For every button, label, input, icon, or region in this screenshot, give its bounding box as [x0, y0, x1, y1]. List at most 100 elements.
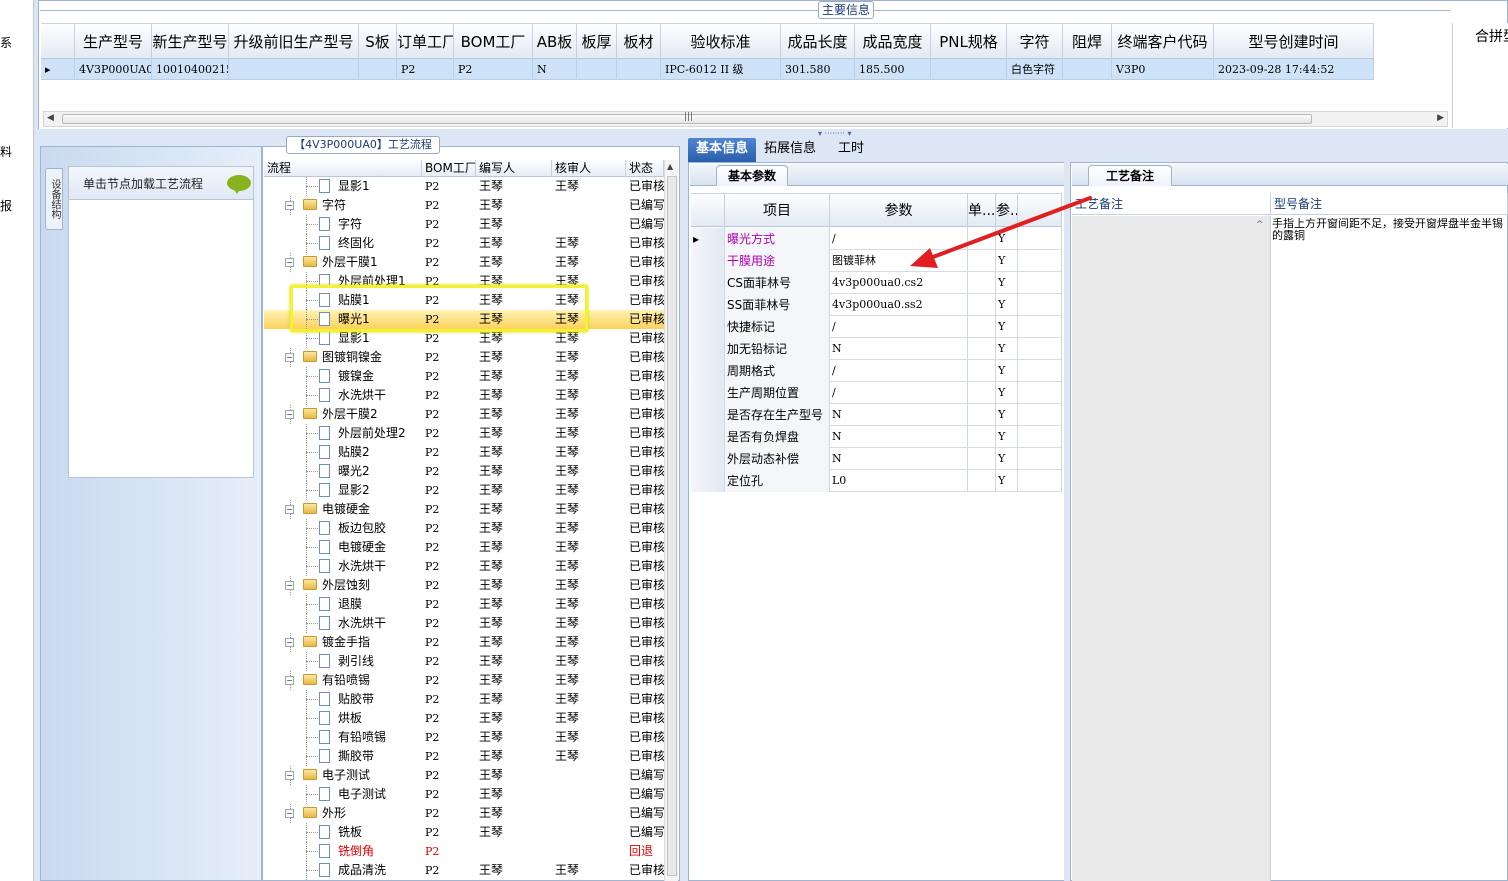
tree-row[interactable]: 铣板 P2 王琴 已编写 — [264, 823, 664, 842]
tree-node[interactable]: 退膜 — [264, 595, 422, 614]
tree-node[interactable]: 水洗烘干 — [264, 386, 422, 405]
cell[interactable]: 4V3P000UA0 — [75, 59, 152, 80]
tree-node[interactable]: 成品清洗 — [264, 861, 422, 880]
param-row[interactable]: 生产周期位置 / Y — [691, 382, 1062, 404]
tree-row[interactable]: 成品清洗 P2 王琴 王琴 已审核 — [264, 861, 664, 880]
tree-row[interactable]: − 镀金手指 P2 王琴 王琴 已审核 — [264, 633, 664, 652]
nav-tab-device-structure[interactable]: 设备结构 — [45, 168, 63, 230]
col-header[interactable]: 成品宽度 — [855, 24, 931, 60]
tab-process-remark[interactable]: 工艺备注 — [1088, 165, 1172, 186]
tree-row[interactable]: 铣倒角 P2 回退 — [264, 842, 664, 861]
tree-node[interactable]: − 电镀硬金 — [264, 500, 422, 519]
tree-row[interactable]: 水洗烘干 P2 王琴 王琴 已审核 — [264, 557, 664, 576]
tree-node[interactable]: 显影2 — [264, 481, 422, 500]
cell[interactable] — [229, 59, 359, 80]
col-header[interactable]: 新生产型号 — [152, 24, 229, 60]
tree-node[interactable]: 铣倒角 — [264, 842, 422, 861]
scroll-right-icon[interactable]: ▶ — [1437, 113, 1444, 123]
col-header[interactable]: 核审人 — [552, 160, 626, 177]
tree-row[interactable]: − 字符 P2 王琴 已编写 — [264, 196, 664, 215]
col-header[interactable]: 验收标准 — [661, 24, 781, 60]
tree-row[interactable]: − 外形 P2 王琴 已编写 — [264, 804, 664, 823]
tab-work-hours[interactable]: 工时 — [824, 138, 872, 162]
tree-node[interactable]: − 字符 — [264, 196, 422, 215]
col-header[interactable]: 编写人 — [476, 160, 552, 177]
tree-node[interactable]: 板边包胶 — [264, 519, 422, 538]
main-info-hscrollbar[interactable]: ◀ ||| ▶ — [43, 111, 1448, 127]
param-value[interactable]: / — [830, 360, 968, 382]
tree-node[interactable]: − 外层蚀刻 — [264, 576, 422, 595]
col-header[interactable]: 成品长度 — [781, 24, 855, 60]
col-header[interactable]: 阻焊 — [1063, 24, 1112, 60]
scroll-left-icon[interactable]: ◀ — [47, 113, 54, 123]
tree-node[interactable]: 水洗烘干 — [264, 557, 422, 576]
param-row[interactable]: SS面菲林号 4v3p000ua0.ss2 Y — [691, 294, 1062, 316]
param-row[interactable]: 快捷标记 / Y — [691, 316, 1062, 338]
tree-node[interactable]: 电镀硬金 — [264, 538, 422, 557]
col-header[interactable]: 升级前旧生产型号 — [229, 24, 359, 60]
tree-row[interactable]: − 电镀硬金 P2 王琴 王琴 已审核 — [264, 500, 664, 519]
tree-node[interactable]: 贴膜2 — [264, 443, 422, 462]
scroll-up-icon[interactable]: ^ — [1256, 220, 1264, 230]
tab-basic-info[interactable]: 基本信息 — [688, 138, 757, 162]
tree-row[interactable]: 水洗烘干 P2 王琴 王琴 已审核 — [264, 614, 664, 633]
process-remark-field[interactable] — [1072, 216, 1271, 881]
cell[interactable]: 185.500 — [855, 59, 931, 80]
tree-row[interactable]: 水洗烘干 P2 王琴 王琴 已审核 — [264, 386, 664, 405]
tree-row[interactable]: 撕胶带 P2 王琴 王琴 已审核 — [264, 747, 664, 766]
col-header[interactable]: BOM工厂 — [454, 24, 533, 60]
tree-row[interactable]: 显影2 P2 王琴 王琴 已审核 — [264, 481, 664, 500]
main-info-row[interactable]: ▸4V3P000UA010010400215197P2P2NIPC-6012 I… — [41, 59, 1374, 80]
param-row[interactable]: 是否有负焊盘 N Y — [691, 426, 1062, 448]
tree-node[interactable]: − 图镀铜镍金 — [264, 348, 422, 367]
col-header[interactable]: 流程 — [264, 160, 422, 177]
cell[interactable]: V3P0 — [1112, 59, 1214, 80]
tree-node[interactable]: − 镀金手指 — [264, 633, 422, 652]
scroll-thumb[interactable] — [667, 176, 677, 876]
collapse-icon[interactable]: − — [285, 676, 294, 685]
tree-node[interactable]: 镀镍金 — [264, 367, 422, 386]
col-header[interactable]: 订单工厂 — [397, 24, 454, 60]
param-row[interactable]: 是否存在生产型号 N Y — [691, 404, 1062, 426]
scroll-up-icon[interactable]: ▲ — [667, 162, 673, 171]
vertical-splitter[interactable] — [680, 146, 688, 881]
collapse-icon[interactable]: − — [285, 638, 294, 647]
tree-node[interactable]: 剥引线 — [264, 652, 422, 671]
col-header[interactable]: 项目 — [725, 194, 830, 228]
col-header[interactable]: 板材 — [617, 24, 661, 60]
tree-row[interactable]: 显影1 P2 王琴 王琴 已审核 — [264, 177, 664, 196]
tree-node[interactable]: 贴胶带 — [264, 690, 422, 709]
tree-node[interactable]: 烘板 — [264, 709, 422, 728]
tree-node[interactable]: 电子测试 — [264, 785, 422, 804]
collapse-icon[interactable]: − — [285, 505, 294, 514]
param-value[interactable]: L0 — [830, 470, 968, 492]
tree-row[interactable]: − 有铅喷锡 P2 王琴 王琴 已审核 — [264, 671, 664, 690]
tree-row[interactable]: − 图镀铜镍金 P2 王琴 王琴 已审核 — [264, 348, 664, 367]
param-row[interactable]: CS面菲林号 4v3p000ua0.cs2 Y — [691, 272, 1062, 294]
tree-node[interactable]: − 外层干膜1 — [264, 253, 422, 272]
collapse-icon[interactable]: − — [285, 581, 294, 590]
model-remark-text[interactable]: 手指上方开窗间距不足，接受开窗焊盘半金半锡的露铜 — [1272, 218, 1508, 248]
tree-node[interactable]: 终固化 — [264, 234, 422, 253]
tree-node[interactable]: − 外层干膜2 — [264, 405, 422, 424]
param-value[interactable]: N — [830, 448, 968, 470]
cell[interactable]: 2023-09-28 17:44:52 — [1214, 59, 1374, 80]
tree-row[interactable]: 剥引线 P2 王琴 王琴 已审核 — [264, 652, 664, 671]
tree-row[interactable]: 贴膜2 P2 王琴 王琴 已审核 — [264, 443, 664, 462]
param-row[interactable]: 定位孔 L0 Y — [691, 470, 1062, 492]
collapse-icon[interactable]: − — [285, 809, 294, 818]
param-row[interactable]: 加无铅标记 N Y — [691, 338, 1062, 360]
cell[interactable]: P2 — [454, 59, 533, 80]
tree-node[interactable]: 显影1 — [264, 177, 422, 196]
param-value[interactable]: 4v3p000ua0.ss2 — [830, 294, 968, 316]
tree-row[interactable]: 外层前处理2 P2 王琴 王琴 已审核 — [264, 424, 664, 443]
col-header[interactable]: S板 — [359, 24, 397, 60]
tree-row[interactable]: 镀镍金 P2 王琴 王琴 已审核 — [264, 367, 664, 386]
col-header[interactable]: 板厚 — [577, 24, 617, 60]
tree-row[interactable]: − 外层蚀刻 P2 王琴 王琴 已审核 — [264, 576, 664, 595]
col-header[interactable]: 生产型号 — [75, 24, 152, 60]
cell[interactable]: 301.580 — [781, 59, 855, 80]
tree-row[interactable]: 板边包胶 P2 王琴 王琴 已审核 — [264, 519, 664, 538]
col-header[interactable]: AB板 — [533, 24, 577, 60]
col-header[interactable]: 终端客户代码 — [1112, 24, 1214, 60]
